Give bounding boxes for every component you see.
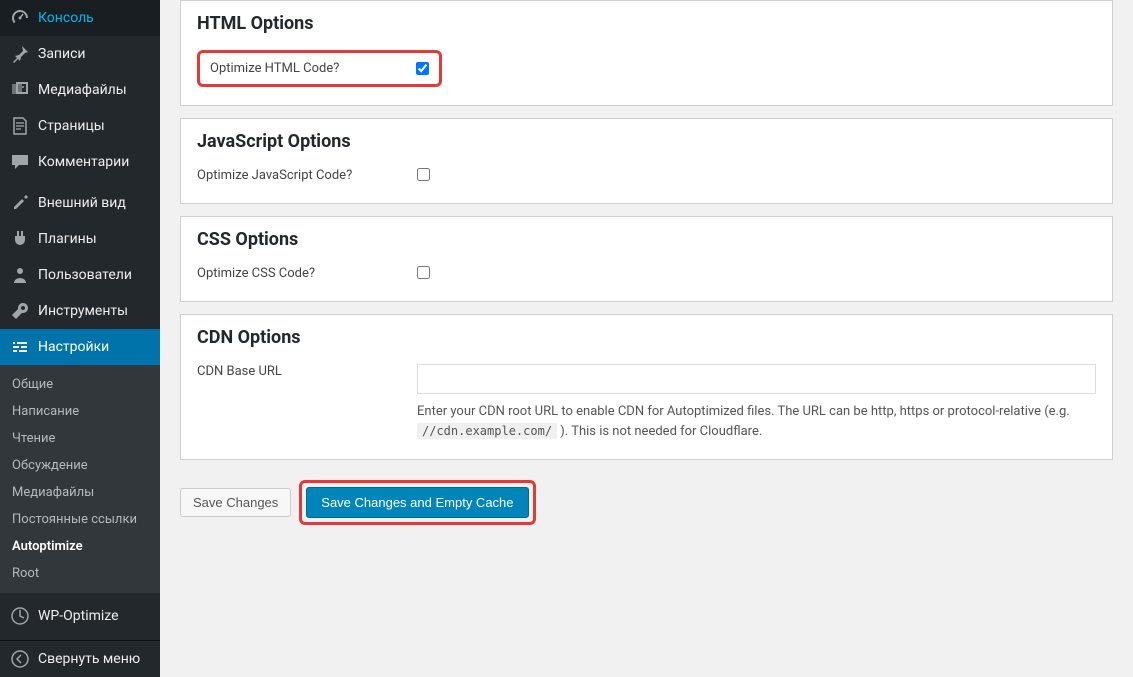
optimize-js-label: Optimize JavaScript Code? xyxy=(197,168,417,183)
submenu-item[interactable]: Написание xyxy=(0,398,160,425)
submenu-item[interactable]: Autoptimize xyxy=(0,533,160,560)
sidebar-item-pages[interactable]: Страницы xyxy=(0,108,160,144)
submenu-item[interactable]: Общие xyxy=(0,371,160,398)
css-options-title: CSS Options xyxy=(197,229,1096,250)
optimize-html-checkbox[interactable] xyxy=(416,62,429,75)
sidebar-item-label: Записи xyxy=(38,46,86,62)
sidebar-item-appearance[interactable]: Внешний вид xyxy=(0,185,160,221)
admin-sidebar: Консоль Записи Медиафайлы Страницы Комментар… xyxy=(0,0,160,677)
sidebar-item-tools[interactable]: Инструменты xyxy=(0,293,160,329)
sidebar-item-label: Комментарии xyxy=(38,154,129,170)
sidebar-item-label: Плагины xyxy=(38,231,97,247)
save-empty-cache-button[interactable]: Save Changes and Empty Cache xyxy=(306,487,528,518)
js-options-panel: JavaScript Options Optimize JavaScript C… xyxy=(180,118,1113,204)
optimize-icon xyxy=(10,606,30,626)
optimize-css-label: Optimize CSS Code? xyxy=(197,266,417,281)
cdn-url-input[interactable] xyxy=(417,364,1096,394)
sidebar-item-plugins[interactable]: Плагины xyxy=(0,221,160,257)
sidebar-item-label: WP-Optimize xyxy=(38,608,119,624)
highlight-optimize-html: Optimize HTML Code? xyxy=(197,50,442,87)
sidebar-item-label: Медиафайлы xyxy=(38,82,127,98)
submenu-item[interactable]: Постоянные ссылки xyxy=(0,506,160,533)
sidebar-item-media[interactable]: Медиафайлы xyxy=(0,72,160,108)
collapse-label: Свернуть меню xyxy=(38,651,140,667)
sidebar-item-settings[interactable]: Настройки xyxy=(0,329,160,365)
pages-icon xyxy=(10,116,30,136)
sidebar-item-label: Инструменты xyxy=(38,303,128,319)
sidebar-item-users[interactable]: Пользователи xyxy=(0,257,160,293)
optimize-html-label: Optimize HTML Code? xyxy=(210,61,416,76)
appearance-icon xyxy=(10,193,30,213)
settings-icon xyxy=(10,337,30,357)
tools-icon xyxy=(10,301,30,321)
html-options-panel: HTML Options Optimize HTML Code? xyxy=(180,0,1113,106)
optimize-js-checkbox[interactable] xyxy=(417,168,430,181)
cdn-description: Enter your CDN root URL to enable CDN fo… xyxy=(417,402,1096,441)
comments-icon xyxy=(10,152,30,172)
sidebar-item-label: Настройки xyxy=(38,339,109,355)
submenu-item[interactable]: Обсуждение xyxy=(0,452,160,479)
settings-submenu: ОбщиеНаписаниеЧтениеОбсуждениеМедиафайлы… xyxy=(0,365,160,593)
html-options-title: HTML Options xyxy=(197,13,1096,34)
collapse-menu[interactable]: Свернуть меню xyxy=(0,640,160,677)
sidebar-item-label: Страницы xyxy=(38,118,105,134)
cdn-url-label: CDN Base URL xyxy=(197,364,417,379)
plugins-icon xyxy=(10,229,30,249)
submenu-item[interactable]: Root xyxy=(0,560,160,587)
save-changes-button[interactable]: Save Changes xyxy=(180,488,291,517)
main-content: HTML Options Optimize HTML Code? JavaScr… xyxy=(160,0,1133,677)
submenu-item[interactable]: Чтение xyxy=(0,425,160,452)
sidebar-item-label: Внешний вид xyxy=(38,195,126,211)
sidebar-item-optimize[interactable]: WP-Optimize xyxy=(0,598,160,634)
sidebar-item-pin[interactable]: Записи xyxy=(0,36,160,72)
submenu-item[interactable]: Медиафайлы xyxy=(0,479,160,506)
users-icon xyxy=(10,265,30,285)
sidebar-item-label: Пользователи xyxy=(38,267,132,283)
action-buttons: Save Changes Save Changes and Empty Cach… xyxy=(180,472,1113,525)
sidebar-item-dashboard[interactable]: Консоль xyxy=(0,0,160,36)
highlight-save-empty: Save Changes and Empty Cache xyxy=(299,480,535,525)
sidebar-item-label: Консоль xyxy=(38,10,94,26)
js-options-title: JavaScript Options xyxy=(197,131,1096,152)
cdn-options-panel: CDN Options CDN Base URL Enter your CDN … xyxy=(180,314,1113,460)
sidebar-item-comments[interactable]: Комментарии xyxy=(0,144,160,180)
dashboard-icon xyxy=(10,8,30,28)
cdn-options-title: CDN Options xyxy=(197,327,1096,348)
collapse-icon xyxy=(10,649,30,669)
pin-icon xyxy=(10,44,30,64)
css-options-panel: CSS Options Optimize CSS Code? xyxy=(180,216,1113,302)
optimize-css-checkbox[interactable] xyxy=(417,266,430,279)
media-icon xyxy=(10,80,30,100)
